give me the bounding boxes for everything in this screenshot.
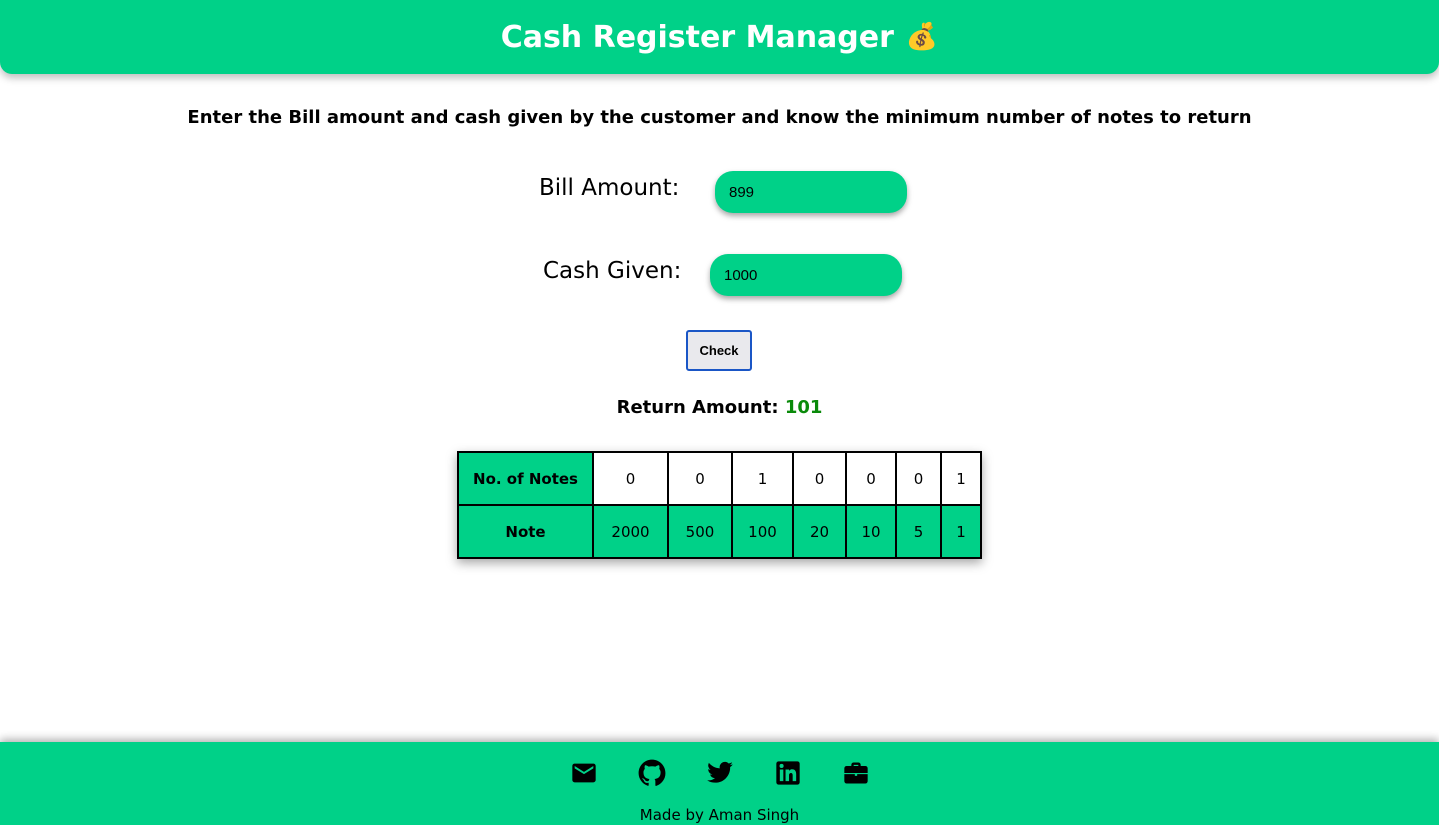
note-header: Note: [457, 504, 594, 559]
note-cell: 1: [940, 504, 982, 559]
return-amount-label: Return Amount:: [616, 397, 779, 418]
footer-credit: Made by Aman Singh: [639, 806, 800, 824]
cash-given-input[interactable]: [710, 254, 902, 296]
count-cell: 1: [940, 451, 982, 506]
cash-given-label: Cash Given:: [543, 258, 682, 284]
count-cell: 0: [592, 451, 669, 506]
count-cell: 0: [845, 451, 897, 506]
note-cell: 10: [845, 504, 897, 559]
check-button[interactable]: Check: [686, 330, 752, 371]
instructions-text: Enter the Bill amount and cash given by …: [187, 107, 1252, 128]
count-cell: 0: [792, 451, 847, 506]
table-row-notes: Note 2000 500 100 20 10 5 1: [457, 504, 982, 559]
bill-amount-input[interactable]: [715, 171, 907, 213]
note-cell: 5: [895, 504, 942, 559]
github-icon[interactable]: [638, 759, 666, 787]
note-cell: 2000: [592, 504, 669, 559]
notes-table: No. of Notes 0 0 1 0 0 0 1 Note 2000 500…: [457, 451, 982, 559]
page-title: Cash Register Manager: [500, 19, 894, 55]
count-cell: 0: [667, 451, 733, 506]
count-cell: 1: [731, 451, 794, 506]
table-row-counts: No. of Notes 0 0 1 0 0 0 1: [457, 451, 982, 506]
bill-amount-label: Bill Amount:: [539, 175, 680, 201]
twitter-icon[interactable]: [706, 759, 734, 787]
note-cell: 100: [731, 504, 794, 559]
footer: Made by Aman Singh: [0, 742, 1439, 825]
count-cell: 0: [895, 451, 942, 506]
money-bag-icon: 💰: [905, 22, 939, 52]
note-cell: 500: [667, 504, 733, 559]
app-header: Cash Register Manager 💰: [0, 0, 1439, 74]
count-header: No. of Notes: [457, 451, 594, 506]
linkedin-icon[interactable]: [774, 759, 802, 787]
return-amount-value: 101: [784, 397, 823, 418]
social-links: [0, 759, 1439, 787]
mail-icon[interactable]: [570, 759, 598, 787]
return-amount: Return Amount: 101: [0, 397, 1439, 418]
briefcase-icon[interactable]: [842, 759, 870, 787]
note-cell: 20: [792, 504, 847, 559]
